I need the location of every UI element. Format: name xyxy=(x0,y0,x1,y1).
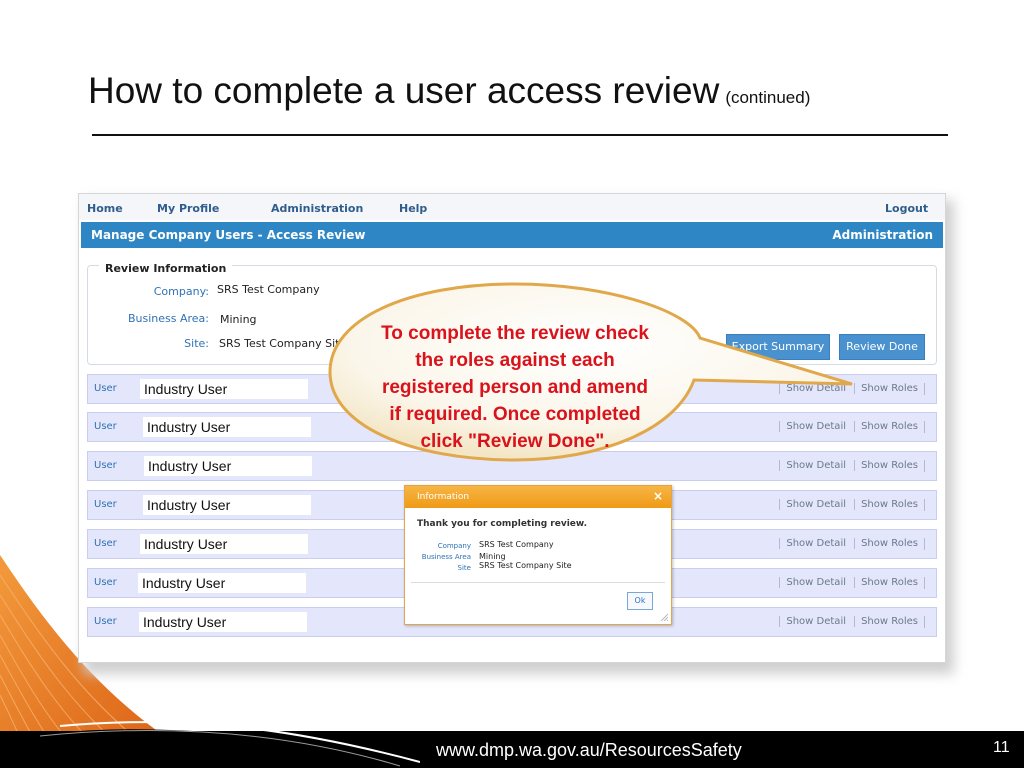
show-detail-link[interactable]: Show Detail xyxy=(779,616,846,627)
dialog-area-value: Mining xyxy=(479,552,506,561)
nav-help[interactable]: Help xyxy=(399,202,427,215)
show-roles-link[interactable]: Show Roles xyxy=(854,421,925,433)
show-detail-link[interactable]: Show Detail xyxy=(779,577,846,588)
export-summary-button[interactable]: Export Summary xyxy=(726,334,830,360)
row-name: Industry User xyxy=(140,379,308,399)
show-detail-link[interactable]: Show Detail xyxy=(779,538,846,549)
slide-title-suffix: (continued) xyxy=(725,88,811,107)
row-type: User xyxy=(94,577,117,588)
dialog-title: Information xyxy=(417,492,470,502)
row-name: Industry User xyxy=(144,456,312,476)
company-value: SRS Test Company xyxy=(217,283,320,296)
row-type: User xyxy=(94,538,117,549)
row-type: User xyxy=(94,499,117,510)
panel-header: Manage Company Users - Access Review Adm… xyxy=(81,222,943,248)
show-detail-link[interactable]: Show Detail xyxy=(779,499,846,510)
site-label: Site: xyxy=(184,337,209,350)
close-icon[interactable]: × xyxy=(653,489,663,503)
show-roles-link[interactable]: Show Roles xyxy=(854,538,925,550)
ok-button[interactable]: Ok xyxy=(627,592,653,610)
title-divider xyxy=(92,134,948,136)
dialog-message: Thank you for completing review. xyxy=(417,519,588,529)
callout-line: if required. Once completed xyxy=(389,404,641,425)
row-type: User xyxy=(94,616,117,627)
callout-line: To complete the review check xyxy=(381,323,649,344)
panel-breadcrumb: Administration xyxy=(832,228,933,242)
row-type: User xyxy=(94,421,117,432)
top-nav: Home My Profile Administration Help Logo… xyxy=(79,194,945,220)
panel-title: Manage Company Users - Access Review xyxy=(91,228,366,242)
dialog-site-value: SRS Test Company Site xyxy=(479,561,572,570)
row-type: User xyxy=(94,460,117,471)
callout-line: registered person and amend xyxy=(381,377,649,398)
footer-url[interactable]: www.dmp.wa.gov.au/ResourcesSafety xyxy=(436,740,742,761)
show-roles-link[interactable]: Show Roles xyxy=(854,577,925,589)
show-roles-link[interactable]: Show Roles xyxy=(854,616,925,628)
show-roles-link[interactable]: Show Roles xyxy=(854,460,925,472)
site-value: SRS Test Company Site xyxy=(219,337,347,350)
page-number: 11 xyxy=(993,739,1010,756)
show-detail-link[interactable]: Show Detail xyxy=(779,460,846,471)
business-area-value: Mining xyxy=(220,313,257,326)
callout-text: To complete the review check the roles a… xyxy=(356,320,674,455)
row-name: Industry User xyxy=(138,573,306,593)
resize-grip-icon[interactable] xyxy=(660,613,668,621)
callout-line: click "Review Done". xyxy=(420,431,610,452)
footer-curve-decoration xyxy=(0,721,420,768)
dialog-company-value: SRS Test Company xyxy=(479,540,554,549)
slide-title: How to complete a user access review (con… xyxy=(88,70,810,112)
callout-line: the roles against each xyxy=(415,350,615,371)
row-name: Industry User xyxy=(143,417,311,437)
show-roles-link[interactable]: Show Roles xyxy=(854,499,925,511)
nav-my-profile[interactable]: My Profile xyxy=(157,202,219,215)
row-name: Industry User xyxy=(140,534,308,554)
review-legend: Review Information xyxy=(99,262,233,275)
show-detail-link[interactable]: Show Detail xyxy=(779,421,846,432)
business-area-label: Business Area: xyxy=(127,312,209,325)
dialog-company-label: Company xyxy=(437,542,471,550)
row-name: Industry User xyxy=(143,495,311,515)
table-row[interactable]: User Industry User Show Detail Show Role… xyxy=(87,451,937,481)
nav-administration[interactable]: Administration xyxy=(271,202,363,215)
row-type: User xyxy=(94,383,117,394)
dialog-area-label: Business Area xyxy=(421,553,471,561)
dialog-divider xyxy=(411,582,665,583)
show-detail-link[interactable]: Show Detail xyxy=(779,383,846,394)
information-dialog: Information × Thank you for completing r… xyxy=(404,485,672,625)
show-roles-link[interactable]: Show Roles xyxy=(854,383,925,395)
nav-home[interactable]: Home xyxy=(87,202,123,215)
dialog-header: Information × xyxy=(405,486,671,508)
nav-logout[interactable]: Logout xyxy=(885,202,928,215)
review-done-button[interactable]: Review Done xyxy=(839,334,925,360)
dialog-site-label: Site xyxy=(457,564,471,572)
row-name: Industry User xyxy=(139,612,307,632)
slide-title-main: How to complete a user access review xyxy=(88,70,720,111)
company-label: Company: xyxy=(153,285,209,298)
